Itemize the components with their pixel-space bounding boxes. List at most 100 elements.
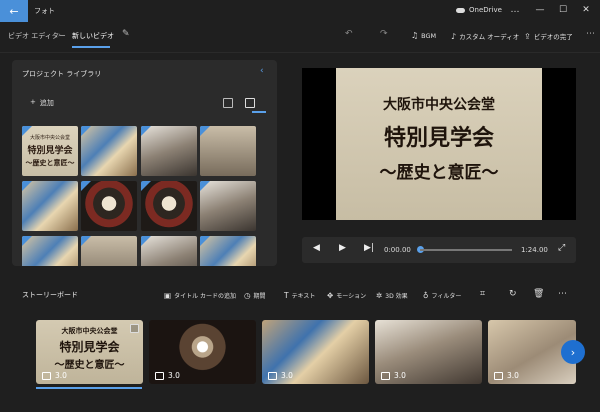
collapse-library-chevron-icon[interactable]: ‹	[260, 66, 264, 76]
onedrive-status[interactable]: OneDrive	[456, 6, 502, 14]
playback-controls: ◀ ▶ ▶| 0:00.00 1:24.00 ⤢	[302, 237, 576, 263]
clip-title-line-3: 〜歴史と意匠〜	[54, 360, 125, 371]
storyboard-title: ストーリーボード	[22, 291, 78, 299]
add-title-card-button[interactable]: ▣ タイトル カードの追加	[164, 291, 236, 300]
bgm-label: BGM	[421, 31, 437, 40]
rotate-icon[interactable]: ↻	[509, 289, 517, 299]
text-icon: T	[284, 291, 289, 300]
breadcrumb-active-indicator	[72, 46, 110, 48]
in-use-marker	[141, 181, 151, 191]
storyboard-clip[interactable]: 3.0	[262, 320, 369, 384]
view-selected-indicator	[252, 111, 266, 113]
close-button[interactable]: ✕	[579, 3, 593, 17]
image-icon	[155, 371, 164, 380]
scroll-next-button[interactable]: ›	[561, 340, 585, 364]
finish-video-button[interactable]: ⇪ ビデオの完了	[524, 31, 573, 42]
next-frame-icon[interactable]: ▶|	[364, 243, 374, 253]
text-label: テキスト	[291, 293, 316, 300]
library-thumbnail[interactable]	[81, 126, 137, 176]
filters-button[interactable]: ♁ フィルター	[423, 291, 461, 300]
custom-audio-button[interactable]: ♪ カスタム オーディオ	[451, 31, 519, 42]
delete-icon[interactable]: 🗑	[533, 289, 544, 299]
library-thumbnail[interactable]	[200, 236, 256, 266]
clock-icon: ◷	[244, 291, 251, 300]
library-thumbnail[interactable]	[200, 126, 256, 176]
in-use-marker	[81, 236, 91, 246]
fullscreen-icon[interactable]: ⤢	[558, 243, 565, 253]
cloud-icon	[456, 7, 465, 13]
library-thumbnail[interactable]	[200, 181, 256, 231]
library-thumbnail[interactable]	[141, 126, 197, 176]
duration-button[interactable]: ◷ 期間	[244, 291, 266, 300]
storyboard-clip-title-card[interactable]: 大阪市中央公会堂 特別見学会 〜歴史と意匠〜 3.0	[36, 320, 143, 384]
3d-effects-button[interactable]: ✲ 3D 効果	[376, 291, 408, 300]
in-use-marker	[200, 236, 210, 246]
finish-video-label: ビデオの完了	[533, 33, 573, 41]
motion-icon: ✥	[327, 291, 334, 300]
image-icon	[42, 371, 51, 380]
video-preview[interactable]: 大阪市中央公会堂 特別見学会 〜歴史と意匠〜	[302, 68, 576, 220]
undo-icon[interactable]: ↶	[345, 29, 353, 39]
more-options-button[interactable]: …	[508, 3, 522, 17]
maximize-button[interactable]: ☐	[556, 3, 570, 17]
motion-button[interactable]: ✥ モーション	[327, 291, 366, 300]
chevron-right-icon: ›	[570, 345, 576, 359]
add-media-button[interactable]: + 追加	[30, 98, 54, 108]
clip-duration: 3.0	[155, 371, 180, 380]
people-audio-icon: ♪	[451, 31, 457, 41]
library-thumbnail[interactable]	[81, 181, 137, 231]
library-thumbnail[interactable]	[141, 181, 197, 231]
plus-icon: +	[30, 98, 36, 106]
library-thumbnail[interactable]	[22, 236, 78, 266]
in-use-marker	[141, 126, 151, 136]
bgm-button[interactable]: ♫ BGM	[411, 31, 436, 40]
clip-title-line-2: 特別見学会	[59, 340, 120, 354]
in-use-marker	[22, 236, 32, 246]
library-thumbnail-title-card[interactable]: 大阪市中央公会堂 特別見学会 〜歴史と意匠〜	[22, 126, 78, 176]
in-use-marker	[81, 181, 91, 191]
music-note-icon: ♫	[411, 31, 419, 40]
library-thumbnail[interactable]	[141, 236, 197, 266]
clip-select-checkbox[interactable]	[130, 324, 139, 333]
in-use-marker	[22, 181, 32, 191]
clip-duration: 3.0	[268, 371, 293, 380]
image-icon	[494, 371, 503, 380]
total-time: 1:24.00	[521, 246, 548, 254]
add-label: 追加	[39, 99, 54, 107]
selected-clip-indicator	[36, 387, 142, 389]
storyboard-clip[interactable]: 3.0	[375, 320, 482, 384]
toolbar-more-icon[interactable]: ⋯	[586, 29, 595, 39]
storyboard-more-icon[interactable]: ⋯	[558, 289, 567, 299]
toolbar-divider	[0, 52, 600, 53]
breadcrumb-current-project[interactable]: 新しいビデオ	[72, 31, 114, 41]
rename-pencil-icon[interactable]: ✎	[122, 29, 130, 39]
grid-small-view-icon[interactable]	[245, 98, 255, 108]
current-time: 0:00.00	[384, 246, 411, 254]
minimize-button[interactable]: —	[533, 3, 547, 17]
filter-icon: ♁	[423, 291, 429, 300]
play-icon[interactable]: ▶	[339, 243, 346, 253]
motion-label: モーション	[336, 293, 367, 300]
export-icon: ⇪	[524, 31, 531, 41]
redo-icon[interactable]: ↷	[380, 29, 388, 39]
preview-line-1: 大阪市中央公会堂	[383, 97, 495, 113]
text-button[interactable]: T テキスト	[284, 291, 315, 300]
image-icon: ▣	[164, 291, 172, 300]
3d-effects-label: 3D 効果	[385, 293, 408, 300]
in-use-marker	[200, 126, 210, 136]
back-button[interactable]: ←	[0, 0, 28, 22]
clip-title-line-1: 大阪市中央公会堂	[61, 326, 118, 335]
storyboard-clip[interactable]: 3.0	[149, 320, 256, 384]
previous-frame-icon[interactable]: ◀	[313, 243, 320, 253]
duration-label: 期間	[253, 293, 266, 300]
in-use-marker	[200, 181, 210, 191]
add-title-card-label: タイトル カードの追加	[174, 293, 237, 300]
app-title: フォト	[34, 7, 55, 15]
project-library-panel: プロジェクト ライブラリ ‹ + 追加 大阪市中央公会堂 特別見学会 〜歴史と意…	[12, 60, 277, 266]
crop-icon[interactable]: ⌗	[480, 289, 485, 299]
library-thumbnail[interactable]	[22, 181, 78, 231]
grid-large-view-icon[interactable]	[223, 98, 233, 108]
editor-toolbar: ビデオ エディター › 新しいビデオ ✎ ↶ ↷ ♫ BGM ♪ カスタム オー…	[0, 22, 600, 52]
library-thumbnail[interactable]	[81, 236, 137, 266]
seek-bar[interactable]	[420, 249, 512, 251]
